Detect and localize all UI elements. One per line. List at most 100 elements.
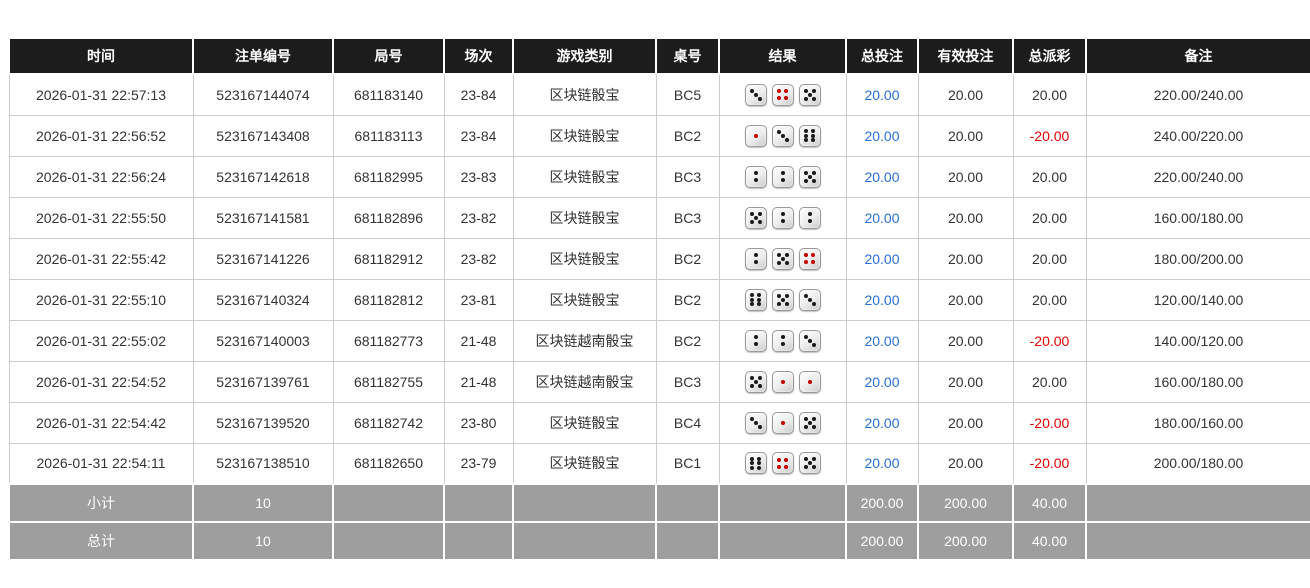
cell-table-no: BC3 (656, 156, 719, 197)
cell-valid-bet: 20.00 (918, 320, 1013, 361)
cell-result (719, 197, 846, 238)
header-valid-bet: 有效投注 (918, 38, 1013, 74)
header-round-id: 局号 (333, 38, 444, 74)
cell-remark: 200.00/180.00 (1086, 443, 1310, 484)
dice-result (745, 207, 821, 229)
cell-total-bet[interactable]: 20.00 (846, 279, 918, 320)
die-face-2-icon (799, 207, 821, 229)
cell-result (719, 320, 846, 361)
cell-session: 23-79 (444, 443, 513, 484)
header-table-no: 桌号 (656, 38, 719, 74)
cell-table-no: BC2 (656, 115, 719, 156)
cell-remark: 120.00/140.00 (1086, 279, 1310, 320)
cell-payout: -20.00 (1013, 443, 1086, 484)
cell-valid-bet: 20.00 (918, 402, 1013, 443)
cell-round-id: 681182995 (333, 156, 444, 197)
subtotal-payout: 40.00 (1013, 484, 1086, 522)
header-game-type: 游戏类别 (513, 38, 656, 74)
cell-remark: 220.00/240.00 (1086, 74, 1310, 115)
header-total-bet: 总投注 (846, 38, 918, 74)
cell-valid-bet: 20.00 (918, 443, 1013, 484)
cell-table-no: BC2 (656, 238, 719, 279)
die-face-5-icon (799, 452, 821, 474)
cell-remark: 180.00/200.00 (1086, 238, 1310, 279)
table-footer: 小计 10 200.00 200.00 40.00 总计 10 200.00 2… (9, 484, 1310, 560)
header-time: 时间 (9, 38, 193, 74)
cell-valid-bet: 20.00 (918, 115, 1013, 156)
dice-result (745, 248, 821, 270)
die-face-3-icon (772, 125, 794, 147)
dice-result (745, 330, 821, 352)
cell-total-bet[interactable]: 20.00 (846, 197, 918, 238)
cell-total-bet[interactable]: 20.00 (846, 402, 918, 443)
cell-result (719, 156, 846, 197)
cell-session: 21-48 (444, 320, 513, 361)
grand-total-total-bet: 200.00 (846, 522, 918, 560)
cell-time: 2026-01-31 22:55:42 (9, 238, 193, 279)
subtotal-total-bet: 200.00 (846, 484, 918, 522)
table-row: 2026-01-31 22:54:11 523167138510 6811826… (9, 443, 1310, 484)
cell-session: 23-80 (444, 402, 513, 443)
cell-payout: 20.00 (1013, 74, 1086, 115)
table-row: 2026-01-31 22:55:50 523167141581 6811828… (9, 197, 1310, 238)
cell-round-id: 681182896 (333, 197, 444, 238)
die-face-6-icon (799, 125, 821, 147)
header-bet-id: 注单编号 (193, 38, 333, 74)
cell-game-type: 区块链越南骰宝 (513, 320, 656, 361)
cell-time: 2026-01-31 22:55:10 (9, 279, 193, 320)
cell-round-id: 681183140 (333, 74, 444, 115)
cell-total-bet[interactable]: 20.00 (846, 443, 918, 484)
die-face-5-icon (799, 84, 821, 106)
table-body: 2026-01-31 22:57:13 523167144074 6811831… (9, 74, 1310, 484)
cell-result (719, 361, 846, 402)
cell-total-bet[interactable]: 20.00 (846, 320, 918, 361)
die-face-2-icon (772, 330, 794, 352)
cell-total-bet[interactable]: 20.00 (846, 238, 918, 279)
cell-game-type: 区块链骰宝 (513, 443, 656, 484)
cell-valid-bet: 20.00 (918, 156, 1013, 197)
dice-result (745, 166, 821, 188)
bet-history-table: 时间 注单编号 局号 场次 游戏类别 桌号 结果 总投注 有效投注 总派彩 备注… (8, 37, 1310, 561)
cell-time: 2026-01-31 22:55:50 (9, 197, 193, 238)
cell-result (719, 443, 846, 484)
cell-bet-id: 523167140003 (193, 320, 333, 361)
cell-remark: 180.00/160.00 (1086, 402, 1310, 443)
cell-table-no: BC2 (656, 320, 719, 361)
table-header: 时间 注单编号 局号 场次 游戏类别 桌号 结果 总投注 有效投注 总派彩 备注 (9, 38, 1310, 74)
die-face-6-icon (745, 289, 767, 311)
cell-result (719, 238, 846, 279)
cell-session: 23-83 (444, 156, 513, 197)
die-face-1-icon (799, 371, 821, 393)
cell-game-type: 区块链骰宝 (513, 115, 656, 156)
cell-bet-id: 523167142618 (193, 156, 333, 197)
table-row: 2026-01-31 22:55:10 523167140324 6811828… (9, 279, 1310, 320)
die-face-1-icon (772, 412, 794, 434)
cell-total-bet[interactable]: 20.00 (846, 74, 918, 115)
cell-table-no: BC3 (656, 197, 719, 238)
cell-game-type: 区块链越南骰宝 (513, 361, 656, 402)
dice-result (745, 371, 821, 393)
die-face-6-icon (745, 452, 767, 474)
dice-result (745, 125, 821, 147)
cell-result (719, 279, 846, 320)
grand-total-valid-bet: 200.00 (918, 522, 1013, 560)
cell-total-bet[interactable]: 20.00 (846, 115, 918, 156)
cell-valid-bet: 20.00 (918, 238, 1013, 279)
cell-session: 23-81 (444, 279, 513, 320)
cell-bet-id: 523167144074 (193, 74, 333, 115)
cell-game-type: 区块链骰宝 (513, 197, 656, 238)
cell-remark: 140.00/120.00 (1086, 320, 1310, 361)
cell-round-id: 681182773 (333, 320, 444, 361)
cell-remark: 160.00/180.00 (1086, 197, 1310, 238)
die-face-3-icon (745, 84, 767, 106)
table-row: 2026-01-31 22:55:02 523167140003 6811827… (9, 320, 1310, 361)
cell-total-bet[interactable]: 20.00 (846, 361, 918, 402)
cell-payout: 20.00 (1013, 156, 1086, 197)
cell-game-type: 区块链骰宝 (513, 279, 656, 320)
cell-total-bet[interactable]: 20.00 (846, 156, 918, 197)
cell-valid-bet: 20.00 (918, 361, 1013, 402)
die-face-4-icon (799, 248, 821, 270)
die-face-2-icon (772, 166, 794, 188)
cell-bet-id: 523167138510 (193, 443, 333, 484)
cell-payout: -20.00 (1013, 320, 1086, 361)
